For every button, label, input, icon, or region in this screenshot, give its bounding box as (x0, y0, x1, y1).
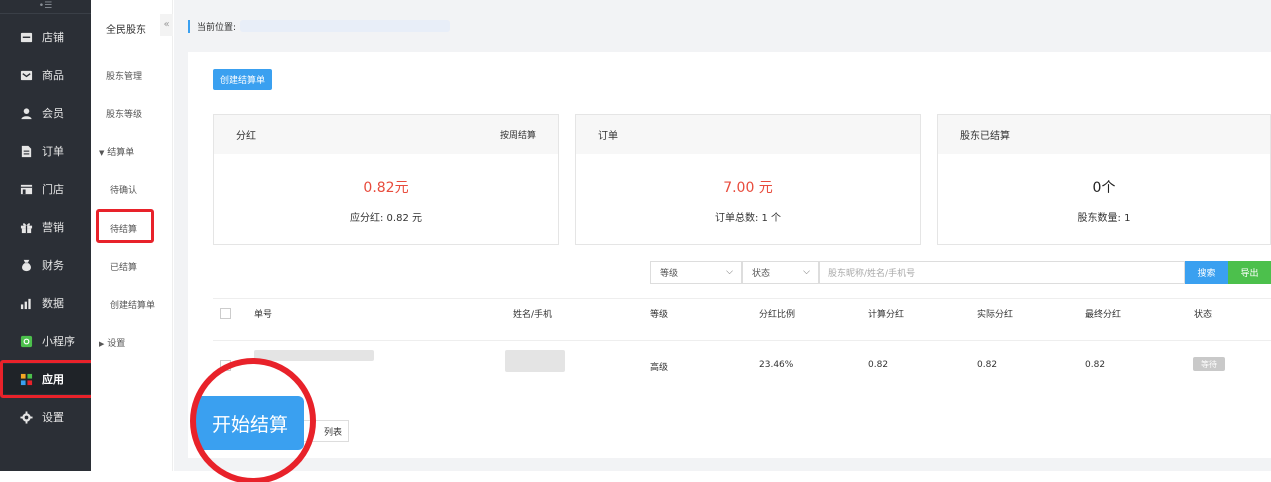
row-calc-dividend: 0.82 (868, 360, 889, 370)
table-header-ratio: 分红比例 (759, 310, 796, 320)
bar-chart-icon (19, 296, 33, 310)
table-header-actual-dividend: 实际分红 (977, 310, 1014, 320)
sidebar-toggle-icon[interactable]: •☰ (0, 0, 91, 14)
card-title: 股东已结算 (960, 131, 1010, 142)
submenu-group-label: 设置 (107, 339, 126, 349)
caret-down-icon: ▼ (99, 149, 105, 157)
search-button[interactable]: 搜索 (1185, 261, 1228, 284)
card-subtext: 订单总数: 1 个 (714, 213, 782, 224)
card-value: 7.00 元 (723, 180, 773, 196)
sidebar-item-label: 财务 (42, 259, 64, 272)
breadcrumb-path-blurred (240, 20, 451, 32)
main-sidebar: •☰ 店铺 商品 会员 订单 门店 营销 财务 数据 小程序 应用 设置 (0, 0, 91, 471)
caret-right-icon: ▶ (99, 340, 105, 348)
create-settlement-button[interactable]: 创建结算单 (213, 69, 272, 90)
card-title: 分红 (236, 131, 256, 142)
card-shareholder-settled: 股东已结算 0个 股东数量: 1 (937, 114, 1271, 245)
goods-icon (19, 68, 33, 82)
sidebar-item-store[interactable]: 门店 (0, 174, 91, 204)
sidebar-item-label: 店铺 (42, 31, 64, 44)
table-header-name-phone: 姓名/手机 (513, 310, 553, 320)
table-header-order-no: 单号 (254, 310, 273, 320)
highlight-pending-settle-box (96, 209, 154, 243)
select-all-checkbox[interactable] (220, 308, 231, 319)
table-top-border (213, 298, 1271, 299)
submenu-group-settings[interactable]: ▶ 设置 (99, 336, 181, 349)
sidebar-item-data[interactable]: 数据 (0, 288, 91, 318)
status-select[interactable]: 状态 ⌵ (742, 261, 819, 284)
sidebar-item-order[interactable]: 订单 (0, 136, 91, 166)
card-order: 订单 7.00 元 订单总数: 1 个 (575, 114, 921, 245)
gift-icon (19, 220, 33, 234)
highlight-start-circle (190, 358, 316, 482)
card-subtext: 应分红: 0.82 元 (350, 213, 422, 224)
sidebar-item-label: 设置 (42, 411, 64, 424)
store-icon (19, 182, 33, 196)
card-subtext: 股东数量: 1 (1077, 213, 1131, 224)
level-select[interactable]: 等级 ⌵ (650, 261, 742, 284)
sidebar-item-label: 商品 (42, 69, 64, 82)
chevron-down-icon: ⌵ (726, 267, 733, 277)
sidebar-item-member[interactable]: 会员 (0, 98, 91, 128)
sidebar-item-settings[interactable]: 设置 (0, 402, 91, 432)
search-input[interactable]: 股东昵称/姓名/手机号 (819, 261, 1185, 284)
gear-icon (19, 410, 33, 424)
chevron-down-icon: ⌵ (803, 267, 810, 277)
sidebar-item-finance[interactable]: 财务 (0, 250, 91, 280)
row-ratio: 23.46% (759, 360, 794, 370)
search-placeholder: 股东昵称/姓名/手机号 (828, 269, 916, 279)
row-final-dividend: 0.82 (1085, 360, 1106, 370)
table-header-calc-dividend: 计算分红 (868, 310, 905, 320)
level-select-value: 等级 (660, 269, 679, 279)
row-actual-dividend: 0.82 (977, 360, 998, 370)
sidebar-item-marketing[interactable]: 营销 (0, 212, 91, 242)
status-badge: 等待 (1193, 357, 1225, 371)
card-title: 订单 (598, 131, 618, 142)
order-icon (19, 144, 33, 158)
sidebar-item-label: 订单 (42, 145, 64, 158)
breadcrumb: 当前位置: (188, 18, 451, 34)
submenu-group-label: 结算单 (107, 148, 135, 158)
sidebar-item-goods[interactable]: 商品 (0, 60, 91, 90)
sidebar-item-label: 数据 (42, 297, 64, 310)
submenu-group-settlement[interactable]: ▼ 结算单 (99, 145, 181, 158)
table-header-divider (213, 340, 1271, 341)
sidebar-item-label: 小程序 (42, 335, 75, 348)
card-dividend: 分红 按周结算 0.82元 应分红: 0.82 元 (213, 114, 559, 245)
sidebar-item-shop[interactable]: 店铺 (0, 22, 91, 52)
money-bag-icon (19, 258, 33, 272)
order-no-blurred (254, 350, 374, 361)
sidebar-item-label: 门店 (42, 183, 64, 196)
mini-program-icon (19, 334, 33, 348)
card-value: 0.82元 (363, 180, 409, 196)
breadcrumb-label: 当前位置: (197, 22, 237, 33)
row-level: 高级 (650, 363, 669, 373)
highlight-apps-box (0, 360, 101, 398)
collapse-arrow-icon[interactable]: « (160, 14, 173, 36)
sidebar-item-mini-program[interactable]: 小程序 (0, 326, 91, 356)
card-period: 按周结算 (499, 131, 536, 141)
name-phone-blurred (505, 350, 565, 372)
card-value: 0个 (1092, 180, 1116, 196)
table-header-final-dividend: 最终分红 (1085, 310, 1122, 320)
content-panel (188, 52, 1271, 458)
member-icon (19, 106, 33, 120)
sidebar-item-label: 会员 (42, 107, 64, 120)
status-select-value: 状态 (752, 269, 771, 279)
shop-icon (19, 30, 33, 44)
breadcrumb-bar (188, 19, 190, 33)
export-button[interactable]: 导出 (1228, 261, 1271, 284)
table-header-status: 状态 (1194, 310, 1213, 320)
table-header-level: 等级 (650, 310, 669, 320)
sidebar-item-label: 营销 (42, 221, 64, 234)
